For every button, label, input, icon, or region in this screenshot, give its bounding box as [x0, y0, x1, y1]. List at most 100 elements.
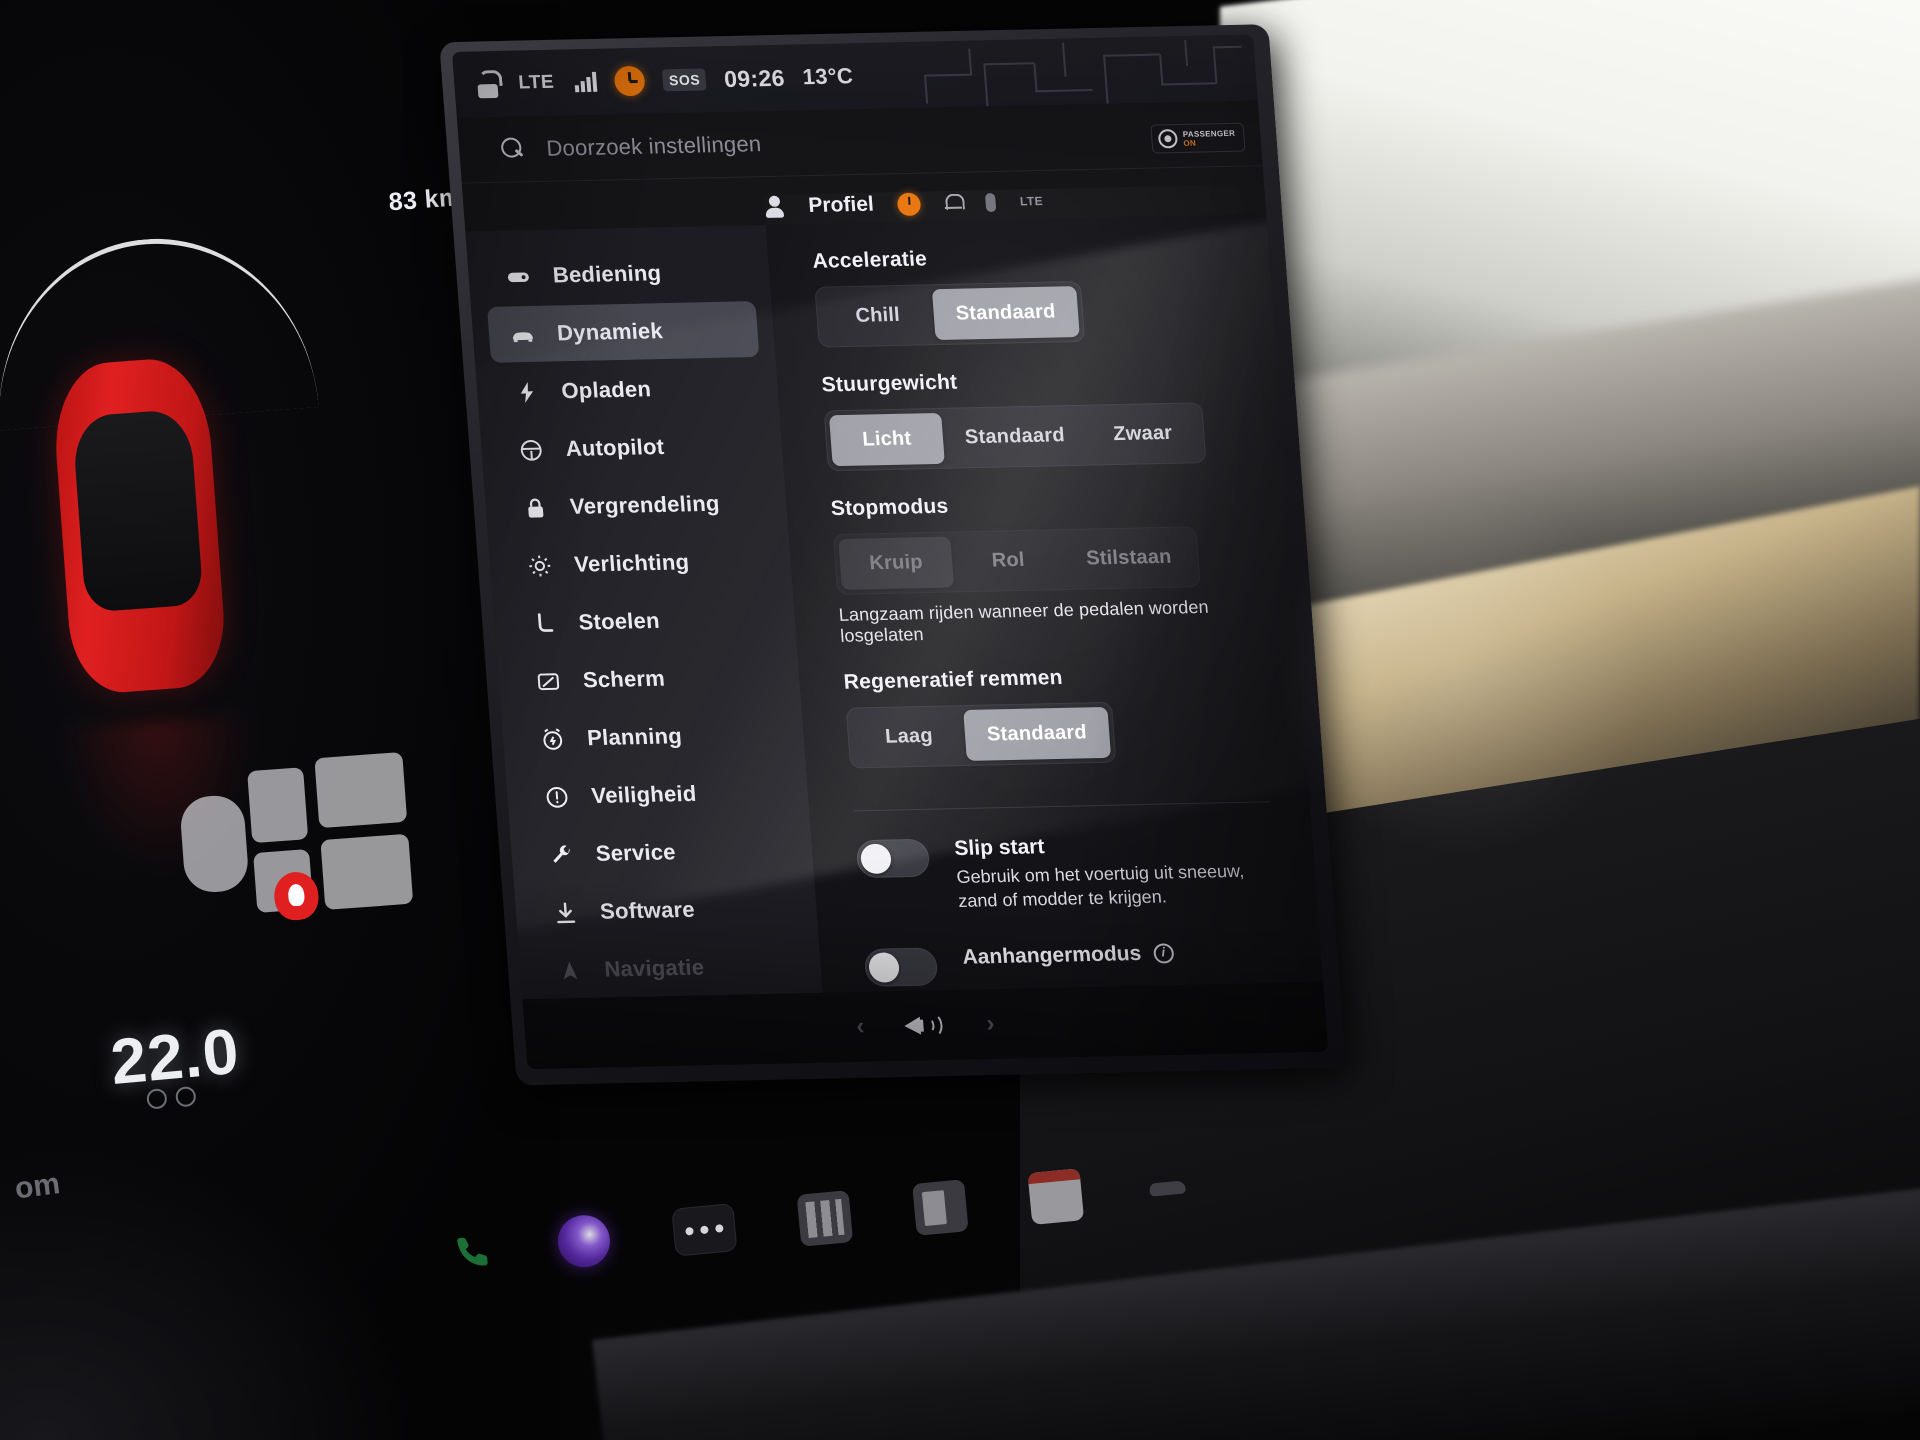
sidebar-item-software[interactable]: Software: [530, 879, 802, 941]
lock-icon: [521, 494, 549, 520]
trailer-mode-row: Aanhangermodus: [863, 937, 1283, 987]
signal-strength-icon: [574, 71, 598, 93]
vehicle-glass-roof: [71, 408, 204, 613]
regen-braking-segmented-control: Laag Standaard: [845, 701, 1117, 769]
display-icon: [534, 668, 562, 694]
stopping-mode-title: Stopmodus: [830, 494, 950, 521]
slip-start-toggle[interactable]: [855, 838, 931, 879]
network-label: LTE: [1019, 193, 1044, 209]
screen-surface: LTE SOS 09:26 13°C PASSENGER ON Doorzoek…: [452, 34, 1329, 1070]
slip-start-label: Slip start: [953, 835, 1046, 861]
car-seat-icon: [530, 610, 558, 636]
stopping-mode-option-stilstaan[interactable]: Stilstaan: [1062, 531, 1195, 585]
profile-button[interactable]: Profiel: [808, 193, 875, 218]
calendar-app-icon[interactable]: [1027, 1168, 1085, 1225]
vehicle-visualization: [49, 355, 229, 696]
outside-temperature: 13°C: [801, 63, 854, 90]
slip-start-row: Slip start Gebruik om het voertuig uit s…: [855, 828, 1277, 915]
wrench-icon: [547, 841, 575, 867]
steering-option-zwaar[interactable]: Zwaar: [1085, 407, 1201, 460]
sidebar-item-stoelen[interactable]: Stoelen: [508, 590, 780, 652]
sidebar-item-scherm[interactable]: Scherm: [513, 648, 785, 710]
info-icon[interactable]: [1152, 942, 1175, 964]
acceleration-title: Acceleratie: [811, 247, 928, 273]
document-app-icon[interactable]: [912, 1179, 969, 1236]
sidebar-item-label: Vergrendeling: [569, 490, 721, 519]
sidebar-item-autopilot[interactable]: Autopilot: [496, 417, 768, 479]
sidebar-item-service[interactable]: Service: [526, 822, 798, 884]
slip-start-description: Gebruik om het voertuig uit sneeuw, zand…: [955, 860, 1245, 912]
microphone-icon[interactable]: [985, 192, 997, 212]
cluster-side-text: om: [13, 1167, 62, 1206]
acceleration-option-chill[interactable]: Chill: [820, 289, 936, 342]
panel-divider: [853, 801, 1270, 812]
settings-content: Bediening Dynamiek Opladen Autopilot Ver…: [465, 214, 1324, 1000]
speaker-volume-icon[interactable]: [903, 1010, 947, 1041]
car-icon[interactable]: [796, 1190, 854, 1247]
stopping-mode-option-rol[interactable]: Rol: [950, 534, 1066, 587]
lightning-bolt-icon: [512, 379, 540, 405]
settings-sidebar: Bediening Dynamiek Opladen Autopilot Ver…: [465, 224, 823, 1000]
stopping-mode-helper-text: Langzaam rijden wanneer de pedalen worde…: [838, 596, 1210, 646]
person-icon: [764, 196, 786, 218]
hitch-marker: [272, 870, 321, 922]
sidebar-item-label: Navigatie: [603, 954, 706, 982]
alarm-clock-icon[interactable]: [613, 65, 647, 97]
sidebar-item-label: Autopilot: [564, 433, 666, 462]
grid-app-icon[interactable]: [1144, 1169, 1191, 1203]
sidebar-item-dynamiek[interactable]: Dynamiek: [486, 301, 760, 363]
sidebar-item-navigatie[interactable]: Navigatie: [534, 937, 806, 999]
volume-previous-button[interactable]: ‹: [855, 1013, 865, 1041]
bell-icon[interactable]: [944, 193, 963, 213]
sidebar-item-label: Bediening: [551, 260, 662, 288]
sidebar-item-opladen[interactable]: Opladen: [491, 359, 763, 421]
steering-wheel-icon: [517, 437, 545, 463]
sidebar-item-planning[interactable]: Planning: [517, 706, 789, 768]
map-route-background: [923, 39, 1242, 107]
regen-braking-option-laag[interactable]: Laag: [851, 710, 967, 763]
sun-brightness-icon: [525, 552, 553, 578]
search-icon: [500, 137, 525, 160]
sidebar-item-vergrendeling[interactable]: Vergrendeling: [500, 475, 772, 537]
center-touchscreen: LTE SOS 09:26 13°C PASSENGER ON Doorzoek…: [439, 24, 1346, 1086]
regen-braking-option-standaard[interactable]: Standaard: [963, 706, 1111, 761]
steering-segmented-control: Licht Standaard Zwaar: [823, 402, 1207, 472]
unlocked-padlock-icon[interactable]: [473, 70, 501, 98]
sidebar-item-bediening[interactable]: Bediening: [483, 243, 755, 305]
warning-circle-icon: [543, 784, 571, 810]
navigation-arrow-icon: [555, 957, 583, 983]
acceleration-segmented-control: Chill Standaard: [814, 281, 1085, 348]
steering-option-licht[interactable]: Licht: [828, 412, 945, 467]
more-options-icon[interactable]: [671, 1203, 738, 1257]
regen-braking-title: Regeneratief remmen: [842, 665, 1064, 694]
stopping-mode-segmented-control: Kruip Rol Stilstaan: [832, 526, 1201, 595]
sidebar-item-label: Verlichting: [573, 549, 691, 577]
volume-next-button[interactable]: ›: [985, 1010, 995, 1038]
sidebar-item-label: Veiligheid: [590, 780, 698, 809]
steering-option-standaard[interactable]: Standaard: [941, 410, 1089, 464]
sos-button[interactable]: SOS: [662, 68, 707, 92]
alarm-clock-icon: [538, 726, 566, 752]
sidebar-item-verlichting[interactable]: Verlichting: [504, 532, 776, 594]
climate-temp-readout: 22.0: [107, 1014, 243, 1099]
acceleration-option-standaard[interactable]: Standaard: [931, 286, 1080, 341]
photo-scene: 83 km 22.0 om LTE SOS 09:26 13°C PASSENG…: [0, 0, 1920, 1440]
trailer-mode-toggle[interactable]: [863, 947, 939, 987]
toggle-switch-icon: [504, 263, 532, 289]
phone-icon[interactable]: [451, 1229, 497, 1275]
car-icon: [508, 321, 536, 347]
sidebar-item-label: Scherm: [581, 665, 666, 693]
clock-time: 09:26: [723, 64, 786, 92]
sidebar-item-label: Planning: [586, 723, 683, 751]
sidebar-item-label: Software: [599, 896, 696, 924]
sidebar-item-veiligheid[interactable]: Veiligheid: [521, 764, 793, 826]
sidebar-item-label: Stoelen: [577, 607, 661, 635]
dynamics-settings-panel: Acceleratie Chill Standaard Stuurgewicht…: [765, 214, 1324, 993]
stopping-mode-option-kruip[interactable]: Kruip: [838, 536, 955, 590]
sidebar-item-label: Opladen: [560, 376, 652, 404]
search-input[interactable]: Doorzoek instellingen: [545, 131, 762, 162]
download-icon: [551, 899, 579, 925]
voice-assistant-orb-icon[interactable]: [555, 1212, 613, 1270]
sidebar-item-label: Dynamiek: [556, 318, 664, 346]
alarm-clock-icon[interactable]: [897, 192, 922, 216]
